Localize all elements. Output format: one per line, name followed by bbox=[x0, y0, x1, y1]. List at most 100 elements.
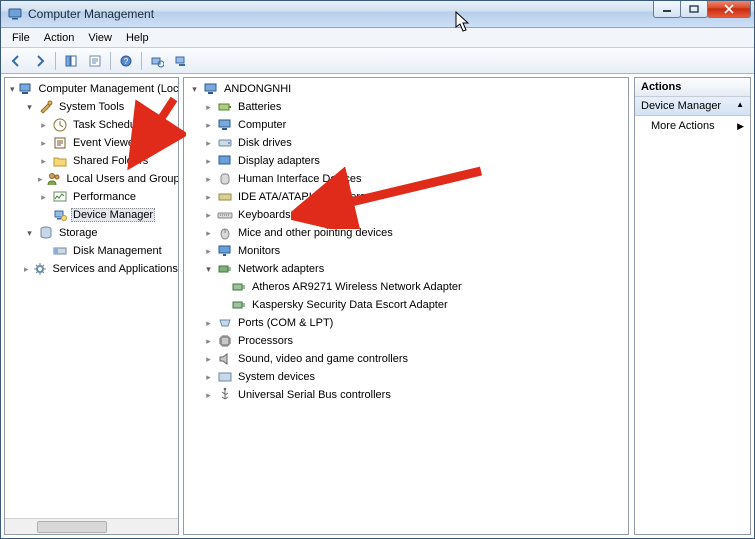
close-button[interactable] bbox=[707, 1, 751, 18]
expand-toggle[interactable] bbox=[203, 354, 214, 365]
expand-toggle[interactable] bbox=[38, 192, 49, 203]
tree-storage[interactable]: Storage bbox=[22, 224, 177, 242]
event-viewer-icon bbox=[52, 135, 68, 151]
help-button[interactable]: ? bbox=[115, 50, 137, 72]
expand-toggle bbox=[217, 282, 228, 293]
expand-toggle[interactable] bbox=[38, 156, 49, 167]
tree-label: Human Interface Devices bbox=[236, 173, 364, 185]
dev-computer[interactable]: Computer bbox=[201, 116, 627, 134]
network-device-icon bbox=[231, 279, 247, 295]
separator bbox=[141, 52, 142, 70]
expand-toggle[interactable] bbox=[203, 174, 214, 185]
expand-toggle[interactable] bbox=[24, 228, 35, 239]
disk-management-icon bbox=[52, 243, 68, 259]
tree-shared-folders[interactable]: Shared Folders bbox=[36, 152, 177, 170]
tree-label: Device Manager bbox=[71, 208, 155, 222]
device-tree-pane[interactable]: ANDONGNHI Batteries Computer Disk drives… bbox=[183, 77, 629, 535]
tree-services-apps[interactable]: Services and Applications bbox=[22, 260, 177, 278]
dev-hid[interactable]: Human Interface Devices bbox=[201, 170, 627, 188]
device-manager-icon bbox=[52, 207, 68, 223]
network-device-icon bbox=[231, 297, 247, 313]
tree-label: Performance bbox=[71, 191, 138, 203]
dev-display-adapters[interactable]: Display adapters bbox=[201, 152, 627, 170]
dev-sound[interactable]: Sound, video and game controllers bbox=[201, 350, 627, 368]
device-root-computer[interactable]: ANDONGNHI bbox=[187, 80, 627, 98]
dev-monitors[interactable]: Monitors bbox=[201, 242, 627, 260]
console-tree[interactable]: Computer Management (Local) System Tools bbox=[5, 78, 178, 280]
expand-toggle[interactable] bbox=[203, 156, 214, 167]
expand-toggle[interactable] bbox=[203, 372, 214, 383]
back-button[interactable] bbox=[5, 50, 27, 72]
dev-ide[interactable]: IDE ATA/ATAPI controllers bbox=[201, 188, 627, 206]
properties-button[interactable] bbox=[84, 50, 106, 72]
minimize-button[interactable] bbox=[653, 1, 681, 18]
expand-toggle[interactable] bbox=[10, 84, 15, 95]
local-users-icon bbox=[46, 171, 62, 187]
maximize-button[interactable] bbox=[680, 1, 708, 18]
tree-label: Network adapters bbox=[236, 263, 326, 275]
expand-toggle[interactable] bbox=[203, 264, 214, 275]
dev-net-kaspersky[interactable]: Kaspersky Security Data Escort Adapter bbox=[215, 296, 627, 314]
expand-toggle[interactable] bbox=[203, 210, 214, 221]
titlebar[interactable]: Computer Management bbox=[1, 1, 754, 28]
dev-usb[interactable]: Universal Serial Bus controllers bbox=[201, 386, 627, 404]
menubar: File Action View Help bbox=[1, 28, 754, 48]
forward-button[interactable] bbox=[29, 50, 51, 72]
actions-more-actions[interactable]: More Actions ▶ bbox=[635, 116, 750, 136]
dev-mice[interactable]: Mice and other pointing devices bbox=[201, 224, 627, 242]
expand-toggle[interactable] bbox=[24, 102, 35, 113]
dev-network-adapters[interactable]: Network adapters bbox=[201, 260, 627, 278]
menu-file[interactable]: File bbox=[5, 30, 37, 46]
expand-toggle[interactable] bbox=[203, 228, 214, 239]
computer-icon bbox=[217, 117, 233, 133]
tree-label: Shared Folders bbox=[71, 155, 150, 167]
tree-disk-management[interactable]: Disk Management bbox=[36, 242, 177, 260]
console-tree-pane[interactable]: Computer Management (Local) System Tools bbox=[4, 77, 179, 535]
scan-hardware-button[interactable] bbox=[146, 50, 168, 72]
processor-icon bbox=[217, 333, 233, 349]
system-device-icon bbox=[217, 369, 233, 385]
dev-ports[interactable]: Ports (COM & LPT) bbox=[201, 314, 627, 332]
dev-processors[interactable]: Processors bbox=[201, 332, 627, 350]
expand-toggle[interactable] bbox=[203, 390, 214, 401]
tree-label: Disk Management bbox=[71, 245, 164, 257]
device-properties-button[interactable] bbox=[170, 50, 192, 72]
menu-view[interactable]: View bbox=[81, 30, 119, 46]
menu-action[interactable]: Action bbox=[37, 30, 82, 46]
tree-local-users[interactable]: Local Users and Groups bbox=[36, 170, 177, 188]
dev-keyboards[interactable]: Keyboards bbox=[201, 206, 627, 224]
tree-event-viewer[interactable]: Event Viewer bbox=[36, 134, 177, 152]
expand-toggle[interactable] bbox=[38, 174, 43, 185]
expand-toggle[interactable] bbox=[189, 84, 200, 95]
expand-toggle[interactable] bbox=[203, 120, 214, 131]
tree-task-scheduler[interactable]: Task Scheduler bbox=[36, 116, 177, 134]
tree-system-tools[interactable]: System Tools bbox=[22, 98, 177, 116]
expand-toggle[interactable] bbox=[203, 102, 214, 113]
disk-drive-icon bbox=[217, 135, 233, 151]
expand-toggle[interactable] bbox=[24, 264, 29, 275]
storage-icon bbox=[38, 225, 54, 241]
system-tools-icon bbox=[38, 99, 54, 115]
expand-toggle[interactable] bbox=[38, 120, 49, 131]
device-tree[interactable]: ANDONGNHI Batteries Computer Disk drives… bbox=[184, 78, 628, 406]
show-hide-tree-button[interactable] bbox=[60, 50, 82, 72]
expand-toggle[interactable] bbox=[203, 246, 214, 257]
tree-device-manager[interactable]: Device Manager bbox=[36, 206, 177, 224]
expand-toggle[interactable] bbox=[203, 318, 214, 329]
horizontal-scrollbar[interactable] bbox=[5, 518, 178, 534]
tree-performance[interactable]: Performance bbox=[36, 188, 177, 206]
expand-toggle[interactable] bbox=[203, 192, 214, 203]
menu-help[interactable]: Help bbox=[119, 30, 156, 46]
expand-toggle[interactable] bbox=[38, 138, 49, 149]
dev-net-atheros[interactable]: Atheros AR9271 Wireless Network Adapter bbox=[215, 278, 627, 296]
dev-system-devices[interactable]: System devices bbox=[201, 368, 627, 386]
expand-toggle[interactable] bbox=[203, 336, 214, 347]
dev-batteries[interactable]: Batteries bbox=[201, 98, 627, 116]
expand-toggle[interactable] bbox=[203, 138, 214, 149]
task-scheduler-icon bbox=[52, 117, 68, 133]
hid-icon bbox=[217, 171, 233, 187]
tree-root-computer-management[interactable]: Computer Management (Local) bbox=[8, 80, 177, 98]
tree-label: Sound, video and game controllers bbox=[236, 353, 410, 365]
dev-disk-drives[interactable]: Disk drives bbox=[201, 134, 627, 152]
actions-section-device-manager[interactable]: Device Manager ▲ bbox=[635, 97, 750, 116]
